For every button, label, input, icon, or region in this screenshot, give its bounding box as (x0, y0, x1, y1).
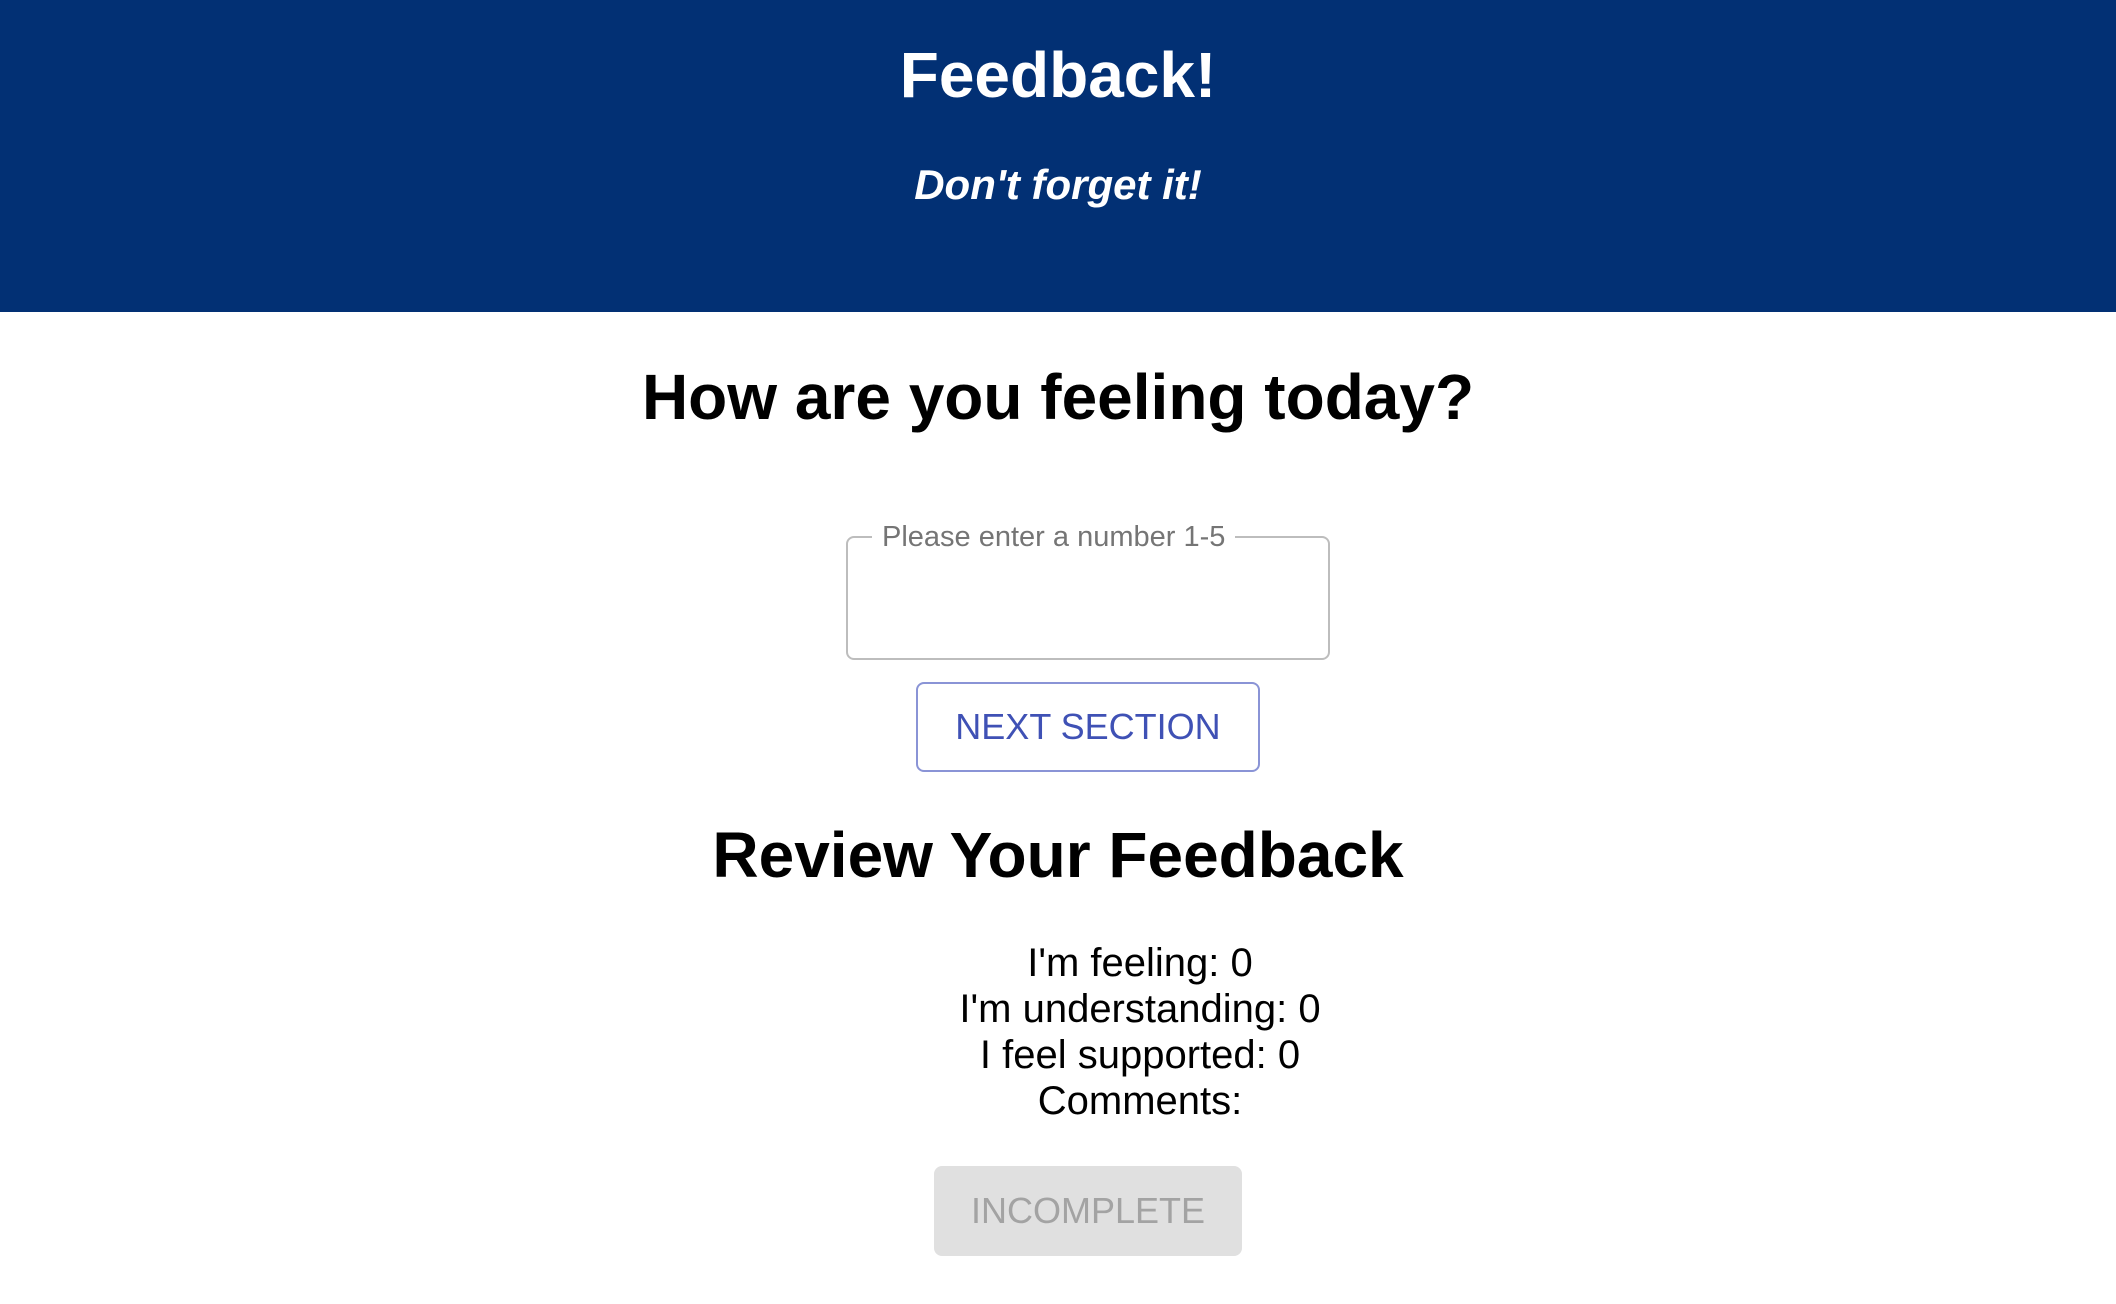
feeling-input[interactable] (848, 540, 1326, 654)
feeling-input-field: Please enter a number 1-5 (846, 500, 1330, 660)
header-banner: Feedback! Don't forget it! (0, 0, 2116, 312)
page-subtitle: Don't forget it! (914, 161, 1202, 208)
understanding-summary: I'm understanding: 0 (959, 987, 1321, 1031)
next-section-button[interactable]: NEXT SECTION (916, 682, 1260, 772)
review-title: Review Your Feedback (712, 819, 1404, 891)
feedback-summary: I'm feeling: 0 I'm understanding: 0 I fe… (959, 940, 1320, 1124)
supported-summary: I feel supported: 0 (979, 1033, 1301, 1077)
page-title: Feedback! (899, 39, 1217, 111)
feeling-summary: I'm feeling: 0 (1027, 941, 1253, 985)
incomplete-button[interactable]: INCOMPLETE (934, 1166, 1242, 1256)
comments-summary: Comments: (1037, 1079, 1243, 1123)
question-title: How are you feeling today? (641, 361, 1475, 433)
